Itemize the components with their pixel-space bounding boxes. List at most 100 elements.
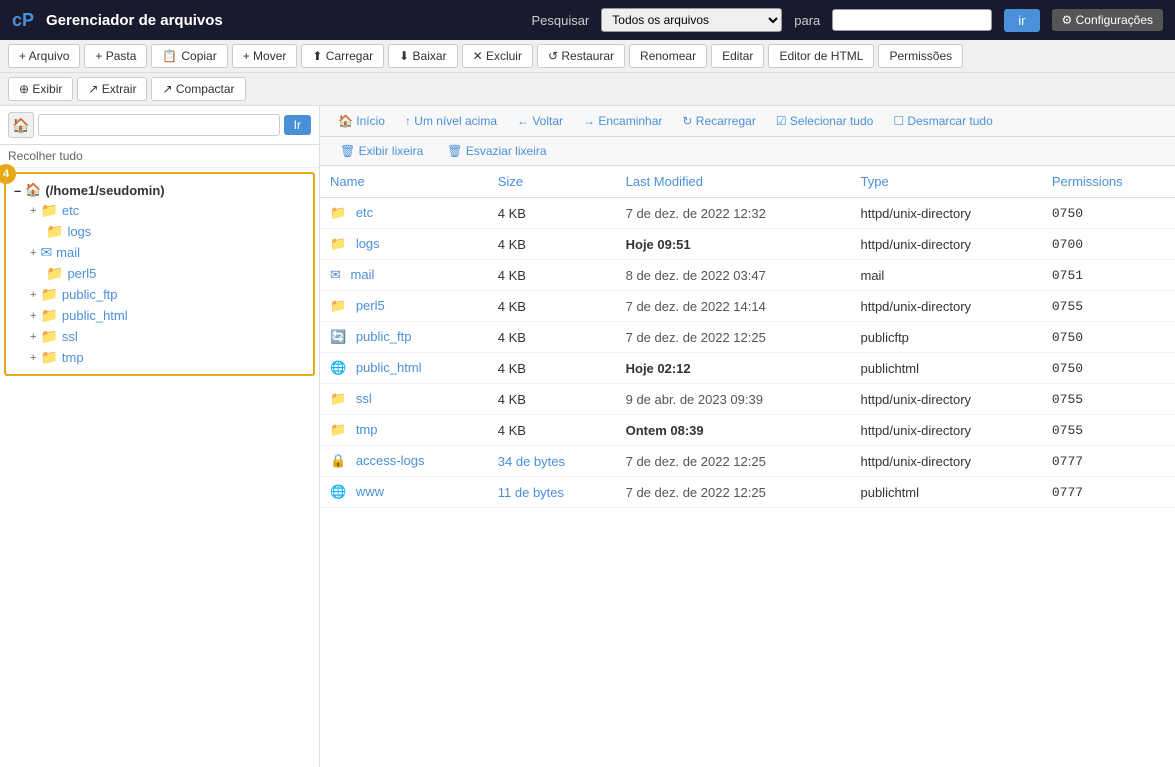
file-name-link[interactable]: public_ftp <box>356 329 412 344</box>
tree-item-perl5[interactable]: 📁 perl5 <box>42 263 309 284</box>
view-trash-button[interactable]: 🗑 Exibir lixeira <box>332 142 431 160</box>
compact-button[interactable]: ↗ Compactar <box>151 77 245 101</box>
sidebar: 🏠 Ir Recolher tudo 4 – 🏠 (/home1/seudomi… <box>0 106 320 767</box>
tree-indent-perl5: 📁 perl5 <box>26 263 309 284</box>
copy-button[interactable]: 📋Copiar <box>151 44 227 68</box>
nav-desmarcar-tudo-button[interactable]: ☐ Desmarcar tudo <box>887 112 998 130</box>
nav-voltar-button[interactable]: ← Voltar <box>511 112 569 130</box>
move-button[interactable]: + Mover <box>232 44 298 68</box>
cell-size: 4 KB <box>488 322 616 353</box>
tree-root-label: (/home1/seudomin) <box>45 183 164 198</box>
cell-modified: Ontem 08:39 <box>616 415 851 446</box>
tree-item-logs[interactable]: 📁 logs <box>42 221 309 242</box>
cell-size: 4 KB <box>488 198 616 229</box>
permissions-button[interactable]: Permissões <box>878 44 963 68</box>
tree-link-etc[interactable]: etc <box>62 203 79 218</box>
file-name-link[interactable]: perl5 <box>356 298 385 313</box>
col-size[interactable]: Size <box>488 166 616 198</box>
extract-button[interactable]: ↗ Extrair <box>77 77 147 101</box>
tree-link-public-ftp[interactable]: public_ftp <box>62 287 118 302</box>
table-row[interactable]: 📁 ssl 4 KB 9 de abr. de 2023 09:39 httpd… <box>320 384 1175 415</box>
html-editor-button[interactable]: Editor de HTML <box>768 44 874 68</box>
search-ir-button[interactable]: ir <box>1004 9 1039 32</box>
cell-name[interactable]: 📁 logs <box>320 229 488 260</box>
table-row[interactable]: 📁 etc 4 KB 7 de dez. de 2022 12:32 httpd… <box>320 198 1175 229</box>
table-row[interactable]: 📁 perl5 4 KB 7 de dez. de 2022 14:14 htt… <box>320 291 1175 322</box>
edit-button[interactable]: Editar <box>711 44 764 68</box>
cell-name[interactable]: 📁 etc <box>320 198 488 229</box>
expand-mail-icon: + <box>30 247 36 259</box>
empty-trash-button[interactable]: 🗑 Esvaziar lixeira <box>439 142 554 160</box>
cell-name[interactable]: 🔒 access-logs <box>320 446 488 477</box>
file-name-link[interactable]: www <box>356 484 384 499</box>
expand-phtml-icon: + <box>30 310 36 322</box>
search-type-select[interactable]: Todos os arquivos Somente nome de arquiv… <box>601 8 782 32</box>
cell-permissions: 0755 <box>1042 415 1175 446</box>
delete-button[interactable]: ✕ Excluir <box>462 44 533 68</box>
cell-type: httpd/unix-directory <box>850 198 1041 229</box>
cell-name[interactable]: ✉ mail <box>320 260 488 291</box>
table-row[interactable]: 🔄 public_ftp 4 KB 7 de dez. de 2022 12:2… <box>320 322 1175 353</box>
new-folder-button[interactable]: + Pasta <box>84 44 147 68</box>
sidebar-path-input[interactable] <box>38 114 280 136</box>
file-name-link[interactable]: access-logs <box>356 453 425 468</box>
cell-type: httpd/unix-directory <box>850 291 1041 322</box>
nav-up-button[interactable]: ↑ Um nível acima <box>399 112 503 130</box>
file-name-link[interactable]: ssl <box>356 391 372 406</box>
cell-name[interactable]: 🌐 www <box>320 477 488 508</box>
file-name-link[interactable]: logs <box>356 236 380 251</box>
tree-link-public-html[interactable]: public_html <box>62 308 128 323</box>
tree-item-etc[interactable]: + 📁 etc <box>26 200 309 221</box>
cell-name[interactable]: 🌐 public_html <box>320 353 488 384</box>
upload-button[interactable]: ⬆ Carregar <box>301 44 384 68</box>
sidebar-go-button[interactable]: Ir <box>284 115 311 135</box>
col-name[interactable]: Name <box>320 166 488 198</box>
tree-link-mail[interactable]: mail <box>56 245 80 260</box>
folder-icon-pftp: 📁 <box>40 286 57 303</box>
view-button[interactable]: ⊕ Exibir <box>8 77 73 101</box>
tree-root[interactable]: – 🏠 (/home1/seudomin) <box>10 180 309 200</box>
cell-name[interactable]: 📁 ssl <box>320 384 488 415</box>
nav-recarregar-button[interactable]: ↻ Recarregar <box>676 112 761 130</box>
tree-item-public-html[interactable]: + 📁 public_html <box>26 305 309 326</box>
search-input[interactable] <box>832 9 992 31</box>
table-row[interactable]: 🌐 www 11 de bytes 7 de dez. de 2022 12:2… <box>320 477 1175 508</box>
file-name-link[interactable]: tmp <box>356 422 378 437</box>
tree-link-tmp[interactable]: tmp <box>62 350 84 365</box>
cell-name[interactable]: 🔄 public_ftp <box>320 322 488 353</box>
nav-inicio-button[interactable]: 🏠 Início <box>332 112 391 130</box>
tree-item-mail[interactable]: + ✉ mail <box>26 242 309 263</box>
file-name-link[interactable]: public_html <box>356 360 422 375</box>
tree-item-ssl[interactable]: + 📁 ssl <box>26 326 309 347</box>
tree-link-perl5[interactable]: perl5 <box>67 266 96 281</box>
tree-item-public-ftp[interactable]: + 📁 public_ftp <box>26 284 309 305</box>
table-row[interactable]: 🌐 public_html 4 KB Hoje 02:12 publichtml… <box>320 353 1175 384</box>
restore-button[interactable]: ↺ Restaurar <box>537 44 625 68</box>
tree-item-tmp[interactable]: + 📁 tmp <box>26 347 309 368</box>
download-button[interactable]: ⬇ Baixar <box>388 44 457 68</box>
app-title: Gerenciador de arquivos <box>46 12 519 29</box>
file-icon: 📁 <box>330 422 346 437</box>
table-row[interactable]: 📁 logs 4 KB Hoje 09:51 httpd/unix-direct… <box>320 229 1175 260</box>
sidebar-home-button[interactable]: 🏠 <box>8 112 34 138</box>
cell-name[interactable]: 📁 perl5 <box>320 291 488 322</box>
table-row[interactable]: 📁 tmp 4 KB Ontem 08:39 httpd/unix-direct… <box>320 415 1175 446</box>
rename-button[interactable]: Renomear <box>629 44 707 68</box>
home-tree-icon: 🏠 <box>25 182 41 198</box>
col-modified[interactable]: Last Modified <box>616 166 851 198</box>
tree-link-ssl[interactable]: ssl <box>62 329 78 344</box>
file-name-link[interactable]: mail <box>351 267 375 282</box>
col-type[interactable]: Type <box>850 166 1041 198</box>
content-actions: 🗑 Exibir lixeira 🗑 Esvaziar lixeira <box>320 137 1175 166</box>
new-file-button[interactable]: + Arquivo <box>8 44 80 68</box>
table-row[interactable]: ✉ mail 4 KB 8 de dez. de 2022 03:47 mail… <box>320 260 1175 291</box>
sidebar-collapse-all[interactable]: Recolher tudo <box>0 145 319 168</box>
table-row[interactable]: 🔒 access-logs 34 de bytes 7 de dez. de 2… <box>320 446 1175 477</box>
col-permissions[interactable]: Permissions <box>1042 166 1175 198</box>
nav-selecionar-tudo-button[interactable]: ☑ Selecionar tudo <box>770 112 879 130</box>
file-name-link[interactable]: etc <box>356 205 373 220</box>
cell-name[interactable]: 📁 tmp <box>320 415 488 446</box>
nav-encaminhar-button[interactable]: → Encaminhar <box>577 112 668 130</box>
tree-link-logs[interactable]: logs <box>67 224 91 239</box>
config-button[interactable]: ⚙ Configurações <box>1052 9 1163 31</box>
